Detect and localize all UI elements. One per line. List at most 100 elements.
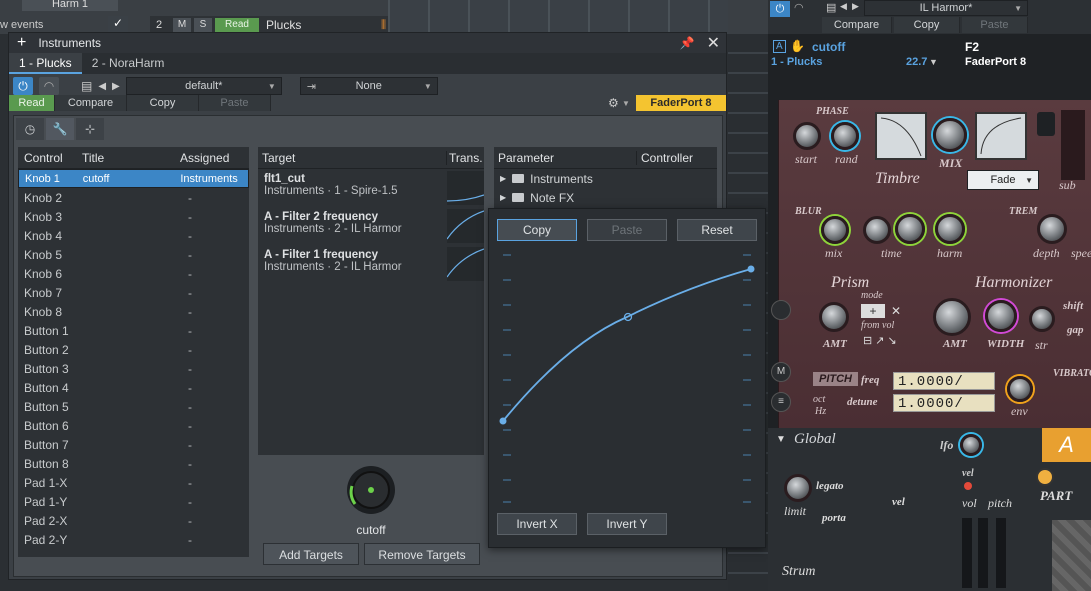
width-knob[interactable] [985, 300, 1017, 332]
pitch-fader[interactable] [996, 518, 1006, 588]
power-icon[interactable]: ⏻ [13, 77, 33, 95]
fade-select[interactable]: Fade ▼ [967, 170, 1039, 190]
control-list-row[interactable]: Button 3 - [18, 359, 249, 378]
part-grid[interactable] [1052, 520, 1091, 591]
plugin-power-icon[interactable]: ⏻ [770, 1, 790, 17]
header-controller[interactable]: Controller [636, 150, 693, 165]
hand-icon[interactable]: ✋ [790, 39, 805, 53]
curve-reset-button[interactable]: Reset [677, 219, 757, 241]
side-m-icon[interactable]: M [771, 362, 791, 382]
control-list-row[interactable]: Knob 5 - [18, 245, 249, 264]
remove-targets-button[interactable]: Remove Targets [364, 543, 480, 565]
header-target[interactable]: Target [258, 151, 446, 165]
target-item[interactable]: A - Filter 1 frequency Instruments · 2 -… [258, 245, 484, 283]
control-list-row[interactable]: Knob 6 - [18, 264, 249, 283]
compare-button[interactable]: Compare [55, 95, 127, 111]
pin-icon[interactable]: 📌 [680, 36, 695, 50]
tab-noraharm[interactable]: 2 - NoraHarm [82, 53, 175, 74]
invert-y-button[interactable]: Invert Y [587, 513, 667, 535]
control-list-row[interactable]: Knob 3 - [18, 207, 249, 226]
wrench-icon[interactable]: 🔧 [46, 118, 74, 140]
transform-curve-editor[interactable] [497, 247, 759, 505]
gear-icon[interactable]: ⚙ [608, 96, 622, 110]
read-automation-button[interactable]: Read [215, 18, 259, 32]
timeline-track[interactable] [388, 0, 728, 34]
control-list-row[interactable]: Pad 2-X - [18, 511, 249, 530]
sidechain-select[interactable]: ⇥ None ▼ [299, 77, 438, 95]
plugin-preset-menu-icon[interactable]: ▤ [826, 1, 836, 14]
control-list-row[interactable]: Knob 4 - [18, 226, 249, 245]
mute-button[interactable]: M [173, 18, 191, 32]
add-icon[interactable]: + [17, 34, 26, 52]
from-vol-icons[interactable]: ⊟ ↗ ↘ [863, 334, 897, 347]
control-list-row[interactable]: Button 8 - [18, 454, 249, 473]
fader-2[interactable] [978, 518, 988, 588]
copy-button[interactable]: Copy [127, 95, 199, 111]
close-icon[interactable]: ✕ [707, 33, 720, 53]
preset-select[interactable]: default* ▼ [125, 77, 282, 95]
paste-button[interactable]: Paste [199, 95, 271, 111]
side-button[interactable] [771, 300, 791, 320]
plugin-prev-icon[interactable]: ◀ [840, 1, 847, 12]
control-list-row[interactable]: Button 7 - [18, 435, 249, 454]
timbre-1-display[interactable] [875, 112, 927, 160]
monitor-icon[interactable]: ◠ [39, 77, 59, 95]
time-knob[interactable] [863, 216, 891, 244]
menu-icon[interactable] [1037, 112, 1055, 136]
read-button[interactable]: Read [9, 95, 55, 111]
header-assigned[interactable]: Assigned [174, 151, 248, 165]
curve-start-point[interactable] [499, 417, 507, 425]
clock-icon[interactable]: ◷ [16, 118, 44, 140]
part-a-badge[interactable]: A [1042, 428, 1091, 462]
transform-curve-thumbnail[interactable] [447, 247, 484, 281]
env-knob[interactable] [1007, 376, 1033, 402]
rand-knob[interactable] [831, 122, 859, 150]
control-list-row[interactable]: Pad 2-Y - [18, 530, 249, 549]
solo-button[interactable]: S [194, 18, 212, 32]
preset-menu-icon[interactable]: ▤ [81, 79, 92, 93]
mode-plus-icon[interactable]: + [861, 304, 885, 318]
control-list-row[interactable]: Pad 1-Y - [18, 492, 249, 511]
time-knob-2[interactable] [895, 214, 925, 244]
track-instrument-select[interactable]: Harm 1 [22, 0, 118, 11]
sub-fader[interactable] [1061, 110, 1085, 180]
global-collapse-icon[interactable]: ▼ [776, 434, 786, 445]
parameter-folder[interactable]: ▶ Instruments [494, 169, 717, 188]
control-list-row[interactable]: Button 2 - [18, 340, 249, 359]
part-toggle-icon[interactable] [1036, 468, 1054, 486]
mix-knob[interactable] [933, 118, 967, 152]
detune-display[interactable]: 1.0000/ [893, 394, 995, 412]
control-list-row[interactable]: Button 5 - [18, 397, 249, 416]
blur-mix-knob[interactable] [821, 216, 849, 244]
plugin-paste-button[interactable]: Paste [962, 17, 1028, 33]
auto-icon[interactable]: A [773, 40, 786, 53]
lfo-knob[interactable] [960, 434, 982, 456]
prism-amt-knob[interactable] [819, 302, 849, 332]
header-trans[interactable]: Trans. [446, 150, 483, 165]
mode-x-icon[interactable]: ✕ [891, 304, 901, 318]
next-preset-icon[interactable]: ▶ [112, 81, 120, 92]
faderport-badge[interactable]: FaderPort 8 [636, 95, 726, 111]
prev-preset-icon[interactable]: ◀ [98, 81, 106, 92]
gear-dropdown-icon[interactable]: ▼ [622, 99, 636, 108]
add-targets-button[interactable]: Add Targets [263, 543, 359, 565]
plugin-copy-button[interactable]: Copy [894, 17, 960, 33]
side-list-icon[interactable]: ≡ [771, 392, 791, 412]
vel-led[interactable] [964, 482, 972, 490]
header-title[interactable]: Title [76, 151, 174, 165]
instrument-icon[interactable]: ⫼ [381, 19, 386, 32]
freq-display[interactable]: 1.0000/ [893, 372, 995, 390]
checkmark-icon[interactable]: ✓ [108, 16, 128, 32]
transform-curve-thumbnail[interactable] [447, 171, 484, 205]
control-list-row[interactable]: Button 6 - [18, 416, 249, 435]
hierarchy-icon[interactable]: ⊹ [76, 118, 104, 140]
expand-icon[interactable]: ▶ [500, 174, 506, 183]
invert-x-button[interactable]: Invert X [497, 513, 577, 535]
curve-end-point[interactable] [747, 265, 755, 273]
control-list-row[interactable]: Button 1 - [18, 321, 249, 340]
vol-fader[interactable] [962, 518, 972, 588]
cutoff-knob[interactable] [341, 464, 401, 516]
limit-knob[interactable] [784, 474, 812, 502]
plugin-monitor-icon[interactable]: ◠ [794, 1, 804, 14]
plugin-compare-button[interactable]: Compare [822, 17, 892, 33]
